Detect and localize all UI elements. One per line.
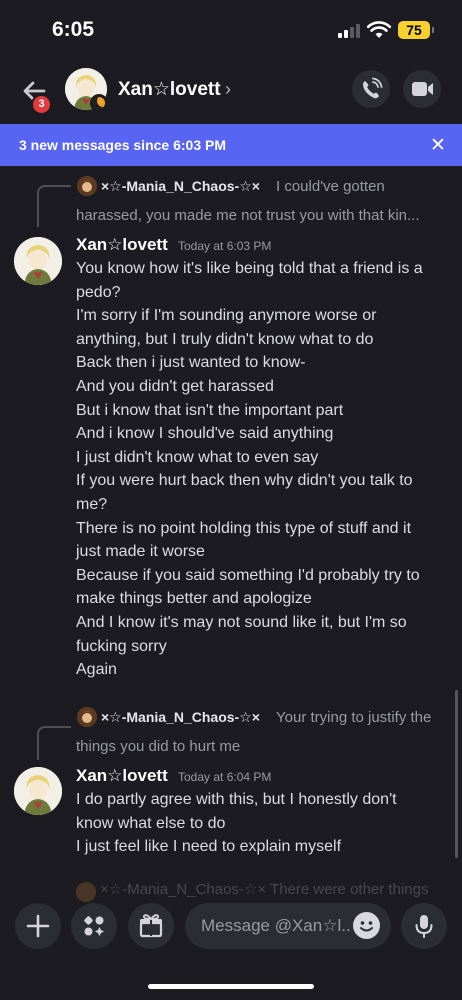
message-line: make things better and apologize — [76, 590, 312, 608]
reply-connector — [37, 726, 71, 760]
reply-avatar — [77, 707, 97, 727]
message-line: I'm sorry if I'm sounding anymore worse … — [76, 307, 377, 325]
message-line: pedo? — [76, 283, 121, 301]
video-camera-icon — [412, 82, 433, 96]
new-messages-text: 3 new messages since 6:03 PM — [19, 137, 226, 153]
avatar[interactable] — [14, 767, 62, 815]
message-body: You know how it's like being told that a… — [76, 257, 454, 682]
idle-moon-icon — [90, 94, 108, 112]
phone-icon — [363, 77, 383, 99]
message-line: I do partly agree with this, but I hones… — [76, 791, 397, 808]
message-line: know what else to do — [76, 814, 226, 832]
apps-button[interactable] — [71, 903, 117, 949]
reply-preview[interactable]: harassed, you made me not trust you with… — [76, 207, 420, 224]
reply-avatar — [77, 176, 97, 196]
emoji-icon — [360, 921, 373, 932]
reply-avatar — [76, 882, 96, 902]
call-button[interactable] — [352, 70, 390, 108]
reply-author[interactable]: ×☆-Mania_N_Chaos-☆× — [101, 709, 260, 726]
close-icon[interactable]: ✕ — [430, 134, 446, 157]
new-messages-banner[interactable]: 3 new messages since 6:03 PM ✕ — [0, 124, 462, 166]
battery-indicator: 75 — [398, 21, 434, 39]
gift-button[interactable] — [128, 903, 174, 949]
gift-icon — [139, 914, 163, 938]
message-timestamp: Today at 6:04 PM — [178, 770, 272, 784]
message-line: fucking sorry — [76, 637, 167, 655]
message-line: And i know I should've said anything — [76, 425, 334, 443]
reply-author[interactable]: ×☆-Mania_N_Chaos-☆× — [101, 178, 260, 195]
message-line: Because if you said something I'd probab… — [76, 566, 420, 584]
add-button[interactable] — [15, 903, 61, 949]
message-line: And I know it's may not sound like it, b… — [76, 613, 407, 631]
reply-connector — [37, 185, 71, 227]
page-title[interactable]: Xan☆lovett — [118, 78, 221, 101]
message-line: just made it worse — [76, 543, 205, 561]
reply-preview[interactable]: things you did to hurt me — [76, 738, 240, 755]
message-line: me? — [76, 495, 108, 513]
message-line: Again — [76, 661, 117, 679]
status-bar: 6:05 75 — [0, 0, 462, 60]
video-button[interactable] — [403, 70, 441, 108]
dm-header: 3 Xan☆lovett › — [0, 60, 462, 122]
partial-next-message: ×☆-Mania_N_Chaos-☆× There were other thi… — [100, 881, 429, 898]
microphone-icon — [415, 915, 433, 938]
cellular-signal-icon — [338, 24, 362, 38]
message-line: But i know that isn't the important part — [76, 401, 344, 419]
reply-preview[interactable]: Your trying to justify the — [276, 709, 431, 726]
message-line: anything, but I truly didn't know what t… — [76, 330, 374, 348]
status-time: 6:05 — [52, 18, 95, 41]
message-body: I do partly agree with this, but I hones… — [76, 788, 454, 859]
home-indicator — [148, 984, 314, 989]
plus-icon — [26, 914, 50, 938]
message-author[interactable]: Xan☆lovett — [76, 766, 168, 786]
message-timestamp: Today at 6:03 PM — [178, 239, 272, 253]
chevron-right-icon[interactable]: › — [225, 79, 231, 100]
reply-preview[interactable]: I could've gotten — [276, 178, 385, 195]
apps-icon — [84, 916, 104, 936]
scrollbar[interactable] — [455, 690, 458, 858]
avatar[interactable] — [14, 237, 62, 285]
wifi-icon — [367, 21, 391, 39]
message-line: If you were hurt back then why didn't yo… — [76, 472, 413, 490]
emoji-button[interactable] — [353, 912, 380, 939]
message-line: I just didn't know what to even say — [76, 448, 319, 466]
unread-badge: 3 — [31, 94, 52, 115]
message-line: I just feel like I need to explain mysel… — [76, 838, 342, 856]
voice-message-button[interactable] — [401, 903, 447, 949]
message-line: Back then i just wanted to know- — [76, 354, 306, 372]
message-line: There is no point holding this type of s… — [76, 519, 412, 537]
message-line: And you didn't get harassed — [76, 377, 274, 395]
message-author[interactable]: Xan☆lovett — [76, 235, 168, 255]
message-line: You know how it's like being told that a… — [76, 260, 423, 277]
